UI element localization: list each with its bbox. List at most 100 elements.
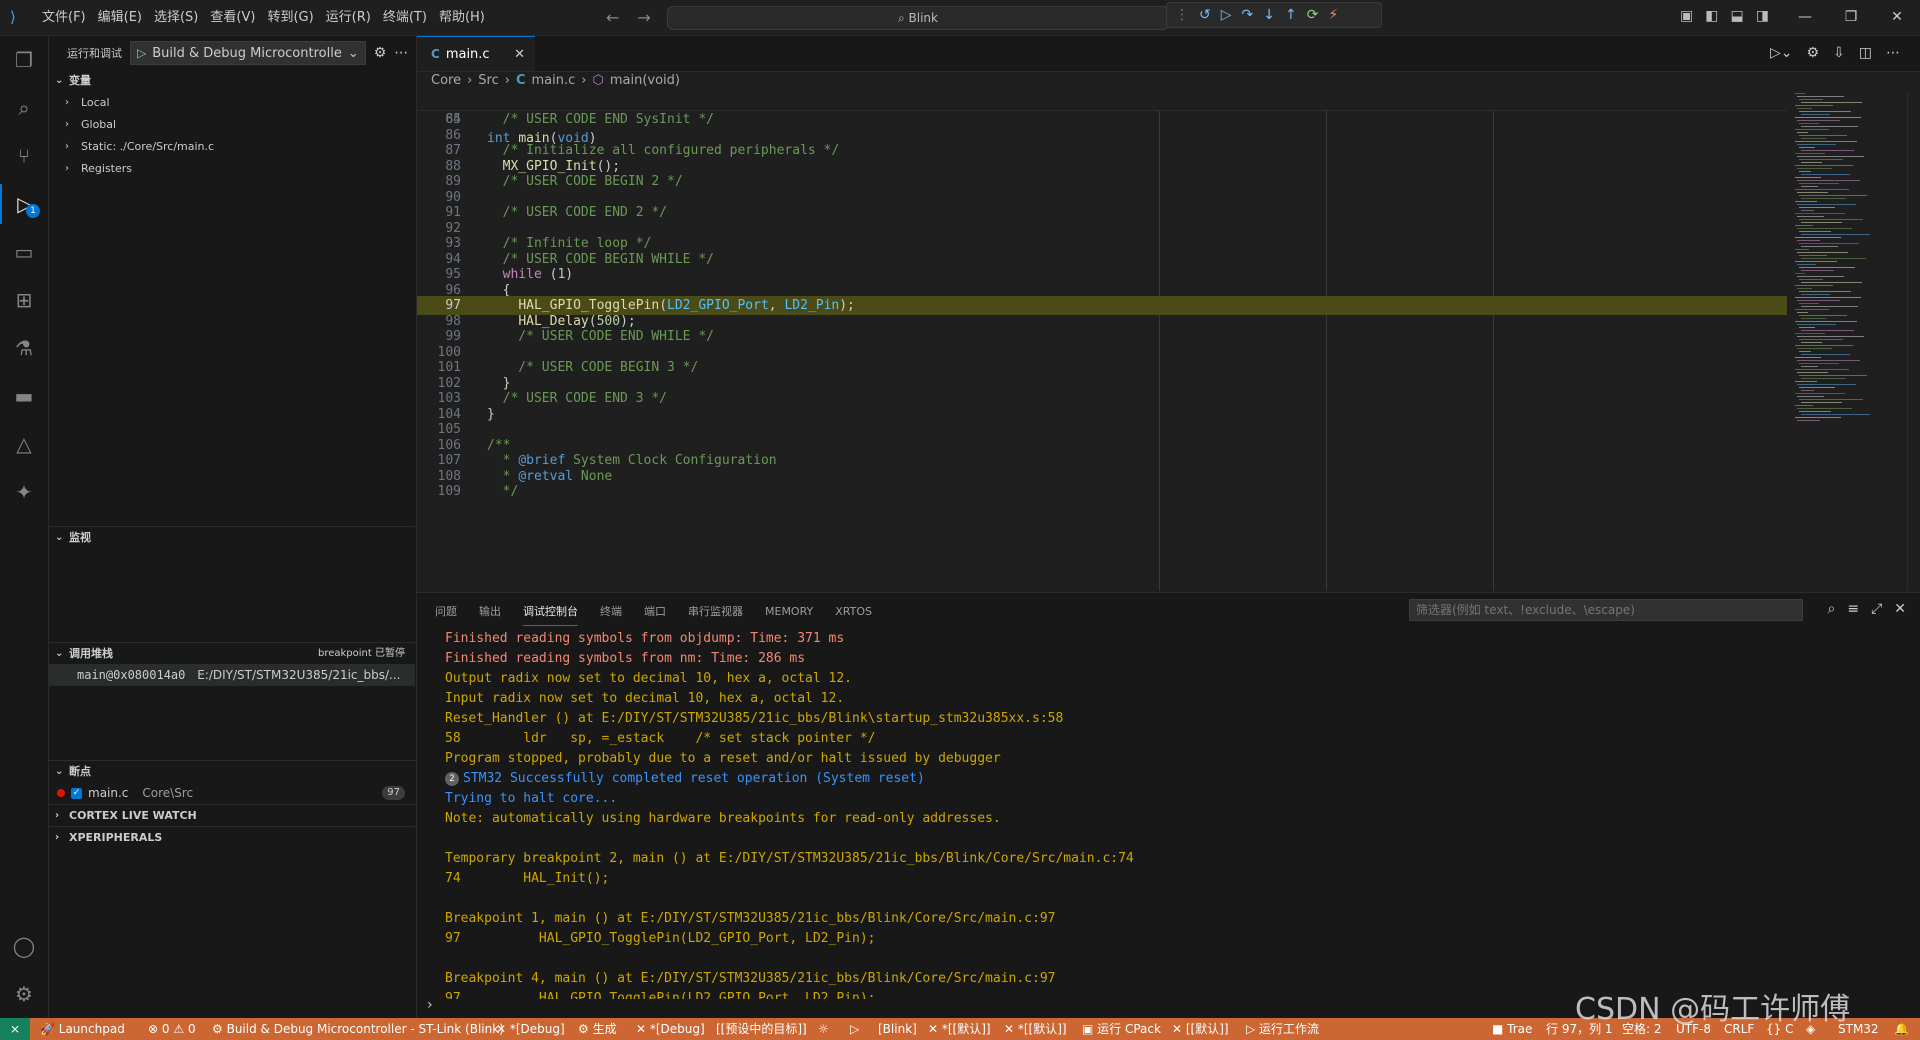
cortex-live-watch-header[interactable]: › CORTEX LIVE WATCH	[49, 804, 415, 827]
breadcrumb-file[interactable]: main.c	[532, 71, 576, 91]
remote-explorer-icon[interactable]: ▭	[0, 232, 48, 272]
variables-section-header[interactable]: ⌄ 变量	[49, 70, 416, 92]
menu-selection[interactable]: 选择(S)	[148, 0, 204, 35]
build-item[interactable]: ⚙ 生成	[578, 1018, 617, 1040]
cpack-item[interactable]: ▣ 运行 CPack	[1082, 1018, 1161, 1040]
breadcrumb-core[interactable]: Core	[431, 71, 461, 91]
step-over-icon[interactable]: ↷	[1242, 7, 1254, 23]
callstack-section-header[interactable]: ⌄ 调用堆栈 breakpoint 已暂停	[49, 642, 415, 665]
clear-console-icon[interactable]: ≡	[1847, 601, 1859, 617]
menu-edit[interactable]: 编辑(E)	[92, 0, 148, 35]
debug-config-item[interactable]: ⚙ Build & Debug Microcontroller - ST-Lin…	[212, 1018, 504, 1040]
tab-memory[interactable]: MEMORY	[765, 605, 813, 618]
search-icon[interactable]: ⌕	[0, 88, 48, 128]
toggle-panel-icon[interactable]: ⬓	[1730, 8, 1743, 24]
close-window-icon[interactable]: ✕	[1874, 0, 1920, 35]
workflow-item[interactable]: ▷ 运行工作流	[1246, 1018, 1319, 1040]
toggle-secondary-sidebar-icon[interactable]: ◨	[1756, 8, 1769, 24]
source-control-icon[interactable]: ⑂	[0, 136, 48, 176]
problems-indicator[interactable]: ⊗ 0 ⚠ 0	[148, 1018, 196, 1040]
restart-icon[interactable]: ⟳	[1307, 7, 1319, 23]
variable-scope-static[interactable]: › Static: ./Core/Src/main.c	[49, 136, 416, 158]
tab-main-c[interactable]: C main.c ✕	[417, 36, 535, 71]
xperipherals-header[interactable]: › XPERIPHERALS	[49, 826, 415, 849]
variant-item[interactable]: ✕ *[[默认]]	[1004, 1018, 1067, 1040]
maximize-panel-icon[interactable]: ⤢	[1871, 601, 1882, 617]
variable-scope-global[interactable]: › Global	[49, 114, 416, 136]
minimap[interactable]	[1787, 91, 1907, 591]
breakpoints-section-header[interactable]: ⌄ 断点	[49, 760, 415, 783]
customize-layout-icon[interactable]: ▣	[1680, 8, 1693, 24]
continue-icon[interactable]: ▷	[1221, 7, 1232, 23]
settings-gear-icon[interactable]: ⚙	[1806, 45, 1819, 61]
launchpad-item[interactable]: 🚀 Launchpad	[40, 1018, 125, 1040]
split-editor-icon[interactable]: ◫	[1859, 45, 1872, 61]
launch-target-item[interactable]: [Blink]	[878, 1018, 917, 1040]
variable-scope-registers[interactable]: › Registers	[49, 158, 416, 180]
menu-file[interactable]: 文件(F)	[36, 0, 92, 35]
drag-handle-icon[interactable]: ⋮	[1175, 7, 1189, 23]
extensions-icon[interactable]: ⊞	[0, 280, 48, 320]
tab-serial-monitor[interactable]: 串行监视器	[688, 603, 743, 619]
menu-run[interactable]: 运行(R)	[320, 0, 377, 35]
restore-icon[interactable]: ❐	[1828, 0, 1874, 35]
close-panel-icon[interactable]: ✕	[1894, 601, 1906, 617]
cmake-debug-item[interactable]: ✕ *[Debug]	[496, 1018, 565, 1040]
menu-view[interactable]: 查看(V)	[204, 0, 261, 35]
filter-search-icon[interactable]: ⌕	[1827, 601, 1835, 617]
run-debug-icon[interactable]: ▷ 1	[0, 184, 48, 224]
cmake-target-item[interactable]: [[预设中的目标]]	[716, 1018, 807, 1040]
tab-debug-console[interactable]: 调试控制台	[523, 603, 578, 626]
watch-section-header[interactable]: ⌄ 监视	[49, 526, 415, 549]
remote-indicator-icon[interactable]: ⨯	[0, 1018, 30, 1040]
cmake-icon[interactable]: △	[0, 424, 48, 464]
minimize-icon[interactable]: —	[1782, 0, 1828, 35]
testing-icon[interactable]: ⚗	[0, 328, 48, 368]
memory-export-icon[interactable]: ⇩	[1833, 45, 1845, 61]
code-editor[interactable]: 64 int main(void) 85 /* USER CODE END Sy…	[417, 91, 1787, 591]
disconnect-icon[interactable]: ⚡	[1328, 7, 1338, 23]
explorer-icon[interactable]: ❐	[0, 40, 48, 80]
tab-xrtos[interactable]: XRTOS	[835, 605, 872, 618]
line-number[interactable]: 109	[417, 482, 461, 501]
console-filter-input[interactable]	[1409, 599, 1803, 621]
breakpoint-item[interactable]: ✓ main.c Core\Src 97	[49, 782, 415, 804]
notifications-bell-icon[interactable]: 🔔	[1894, 1018, 1909, 1040]
breadcrumb-symbol[interactable]: main(void)	[610, 71, 680, 91]
open-launch-json-gear-icon[interactable]: ⚙	[374, 45, 387, 61]
tab-terminal[interactable]: 终端	[600, 603, 622, 619]
restart-frame-icon[interactable]: ↺	[1199, 7, 1211, 23]
code-line[interactable]: 109 */	[417, 482, 1787, 501]
debug-bug-icon[interactable]: ☼	[818, 1018, 829, 1040]
back-arrow-icon[interactable]: ←	[606, 8, 619, 27]
start-debugging-icon[interactable]: ▷	[137, 46, 146, 60]
tab-output[interactable]: 输出	[479, 603, 501, 619]
more-actions-icon[interactable]: ⋯	[394, 45, 408, 61]
kit-item[interactable]: ✕ *[[默认]]	[928, 1018, 991, 1040]
memory-view-icon[interactable]: ▬	[0, 376, 48, 416]
stm32-extension-icon[interactable]: ✦	[0, 472, 48, 512]
step-into-icon[interactable]: ↓	[1263, 7, 1275, 23]
sticky-scroll-line[interactable]: 64 int main(void)	[417, 91, 1787, 146]
command-center[interactable]: ⌕ Blink	[667, 6, 1169, 30]
breakpoint-checkbox[interactable]: ✓	[71, 787, 82, 799]
accounts-icon[interactable]: ◯	[0, 926, 48, 966]
launch-config-select[interactable]: ▷ Build & Debug Microcontrolle ⌄	[130, 41, 366, 65]
tab-ports[interactable]: 端口	[644, 603, 666, 619]
toggle-sidebar-icon[interactable]: ◧	[1705, 8, 1718, 24]
test-preset-item[interactable]: ✕ [[默认]]	[1172, 1018, 1229, 1040]
editor-scrollbar[interactable]	[1907, 91, 1920, 591]
menu-help[interactable]: 帮助(H)	[433, 0, 491, 35]
more-actions-icon[interactable]: ⋯	[1886, 45, 1900, 61]
step-out-icon[interactable]: ↑	[1285, 7, 1297, 23]
breadcrumb-src[interactable]: Src	[478, 71, 498, 91]
menu-go[interactable]: 转到(G)	[261, 0, 319, 35]
cmake-debug-item-2[interactable]: ✕ *[Debug]	[636, 1018, 705, 1040]
callstack-frame[interactable]: main@0x080014a0 E:/DIY/ST/STM32U385/21ic…	[49, 664, 415, 686]
trae-item[interactable]: ■ Trae	[1492, 1018, 1532, 1040]
variable-scope-local[interactable]: › Local	[49, 92, 416, 114]
run-debug-dropdown-icon[interactable]: ▷⌄	[1770, 45, 1793, 61]
console-input-chevron-icon[interactable]: ›	[427, 997, 433, 1013]
menu-terminal[interactable]: 终端(T)	[377, 0, 433, 35]
close-icon[interactable]: ✕	[514, 47, 525, 62]
